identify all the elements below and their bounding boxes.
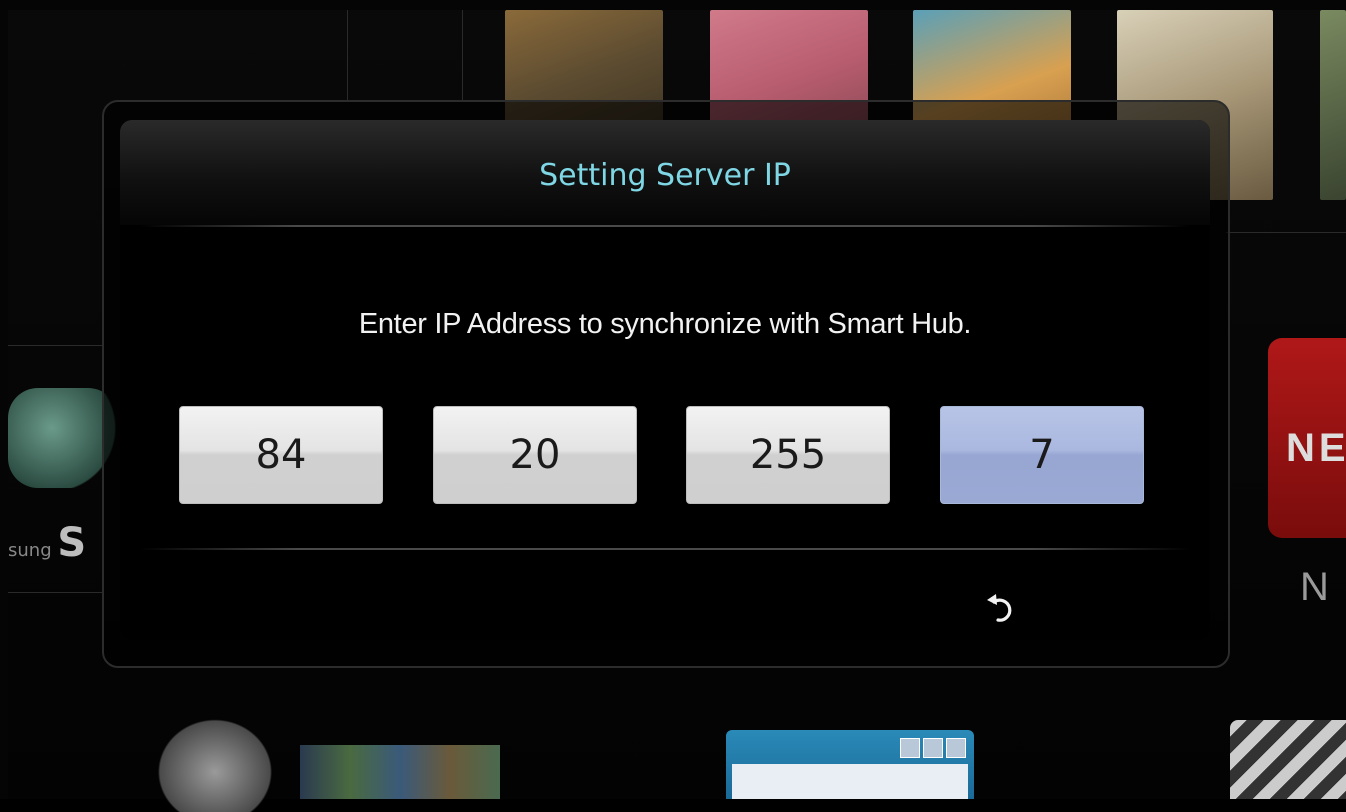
window-app-icon: [726, 730, 974, 799]
samsung-logo-big: S: [57, 520, 87, 566]
return-icon-glyph: [987, 594, 1012, 622]
movie-poster: [1320, 10, 1346, 200]
thumbnail-strip: [300, 745, 500, 799]
grid-line: [347, 10, 348, 100]
samsung-logo: sung S: [8, 520, 86, 566]
clapperboard-icon: [1230, 720, 1346, 799]
server-ip-dialog: Setting Server IP Enter IP Address to sy…: [120, 120, 1210, 640]
window-buttons: [900, 738, 966, 758]
dialog-header: Setting Server IP: [120, 120, 1210, 225]
netflix-caption: N: [1300, 565, 1329, 609]
ip-octet-field-2[interactable]: 20: [433, 406, 637, 504]
samsung-logo-small: sung: [8, 540, 52, 561]
grid-line: [8, 592, 103, 593]
window-pane: [732, 764, 968, 799]
divider: [140, 548, 1190, 550]
grid-line: [462, 10, 463, 100]
netflix-label: NE: [1286, 426, 1346, 470]
grid-line: [8, 345, 103, 346]
grid-line: [1226, 232, 1346, 233]
satellite-dish-icon: [150, 712, 280, 812]
dialog-title: Setting Server IP: [539, 158, 791, 193]
netflix-app-icon: NE: [1268, 338, 1346, 538]
divider: [140, 225, 1190, 227]
ip-octet-field-1[interactable]: 84: [179, 406, 383, 504]
ip-octet-field-4[interactable]: 7: [940, 406, 1144, 504]
instruction-text: Enter IP Address to synchronize with Sma…: [358, 308, 972, 340]
ip-octet-field-3[interactable]: 255: [686, 406, 890, 504]
return-icon[interactable]: [982, 588, 1022, 628]
